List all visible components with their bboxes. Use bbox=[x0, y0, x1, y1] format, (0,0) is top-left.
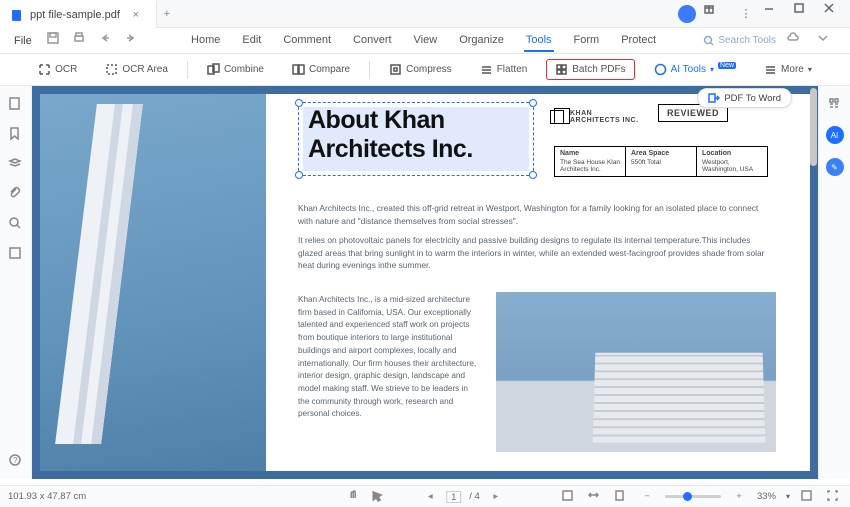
ocr-button[interactable]: OCR bbox=[29, 59, 86, 80]
logo-mark-icon bbox=[550, 110, 564, 124]
company-logo: KHANARCHITECTS INC. bbox=[550, 110, 639, 124]
help-icon[interactable]: ? bbox=[8, 453, 24, 469]
ai-tools-button[interactable]: AI Tools▾New bbox=[645, 59, 745, 80]
cloud-icon[interactable] bbox=[786, 31, 806, 51]
tab-edit[interactable]: Edit bbox=[240, 30, 263, 52]
single-page-icon[interactable] bbox=[613, 489, 629, 505]
tab-organize[interactable]: Organize bbox=[457, 30, 506, 52]
read-mode-icon[interactable] bbox=[800, 489, 816, 505]
prev-page-icon[interactable]: ◂ bbox=[422, 489, 438, 505]
document-tab[interactable]: ppt file-sample.pdf × bbox=[0, 0, 157, 28]
flatten-button[interactable]: Flatten bbox=[471, 59, 537, 80]
tab-form[interactable]: Form bbox=[572, 30, 602, 52]
vertical-scrollbar[interactable] bbox=[808, 86, 818, 479]
more-button[interactable]: More▾ bbox=[755, 59, 821, 80]
building-image bbox=[40, 94, 266, 471]
info-table: NameThe Sea House Klan Architects Inc. A… bbox=[554, 146, 768, 177]
status-bar: 101.93 x 47.87 cm ◂ 1 / 4 ▸ − + 33%▾ bbox=[0, 485, 850, 507]
bookmarks-icon[interactable] bbox=[8, 126, 24, 142]
column-text[interactable]: Khan Architects Inc., is a mid-sized arc… bbox=[298, 294, 480, 421]
save-icon[interactable] bbox=[46, 31, 66, 51]
user-avatar[interactable] bbox=[678, 5, 696, 23]
ai-assistant-icon[interactable]: AI bbox=[826, 126, 844, 144]
undo-icon[interactable] bbox=[98, 31, 118, 51]
file-menu[interactable]: File bbox=[6, 35, 40, 47]
zoom-in-icon[interactable]: + bbox=[731, 489, 747, 505]
ocr-area-button[interactable]: OCR Area bbox=[96, 59, 177, 80]
tab-title: ppt file-sample.pdf bbox=[30, 9, 120, 21]
resize-handle[interactable] bbox=[529, 99, 537, 107]
layers-icon[interactable] bbox=[8, 156, 24, 172]
fit-width-icon[interactable] bbox=[587, 489, 603, 505]
combine-button[interactable]: Combine bbox=[198, 59, 273, 80]
document-canvas[interactable]: PDF To Word About KhanArchitects Inc. KH… bbox=[32, 86, 818, 479]
thumbnails-icon[interactable] bbox=[8, 96, 24, 112]
close-window-button[interactable] bbox=[822, 1, 850, 27]
add-tab-button[interactable]: + bbox=[157, 8, 177, 20]
left-sidebar: ? bbox=[0, 86, 32, 479]
pdf-page: About KhanArchitects Inc. KHANARCHITECTS… bbox=[40, 94, 810, 471]
hand-tool-icon[interactable] bbox=[346, 489, 362, 505]
paragraph[interactable]: Khan Architects Inc., created this off-g… bbox=[298, 202, 774, 227]
resize-handle[interactable] bbox=[295, 171, 303, 179]
select-tool-icon[interactable] bbox=[370, 489, 386, 505]
zoom-out-icon[interactable]: − bbox=[639, 489, 655, 505]
resize-handle[interactable] bbox=[295, 99, 303, 107]
view-icon[interactable] bbox=[8, 246, 24, 262]
tab-comment[interactable]: Comment bbox=[281, 30, 333, 52]
compress-button[interactable]: Compress bbox=[380, 59, 461, 80]
print-icon[interactable] bbox=[72, 31, 92, 51]
tab-view[interactable]: View bbox=[412, 30, 440, 52]
right-sidebar: AI ✎ bbox=[818, 86, 850, 479]
pdf-to-word-button[interactable]: PDF To Word bbox=[697, 88, 792, 108]
gift-icon[interactable] bbox=[702, 1, 730, 27]
cursor-coordinates: 101.93 x 47.87 cm bbox=[8, 491, 86, 502]
minimize-button[interactable] bbox=[762, 1, 790, 27]
paragraph[interactable]: It relies on photovoltaic panels for ele… bbox=[298, 234, 774, 272]
fullscreen-icon[interactable] bbox=[826, 489, 842, 505]
svg-text:?: ? bbox=[13, 456, 18, 465]
menu-bar: File Home Edit Comment Convert View Orga… bbox=[0, 28, 850, 54]
title-bar: ppt file-sample.pdf × + ⋮ bbox=[0, 0, 850, 28]
zoom-level[interactable]: 33% bbox=[757, 491, 776, 502]
fit-page-icon[interactable] bbox=[561, 489, 577, 505]
collapse-ribbon-icon[interactable] bbox=[816, 31, 836, 51]
page-number-input[interactable]: 1 bbox=[446, 491, 461, 503]
page-total: / 4 bbox=[469, 491, 480, 502]
redo-icon[interactable] bbox=[124, 31, 144, 51]
resize-handle[interactable] bbox=[529, 171, 537, 179]
pdf-file-icon bbox=[10, 8, 24, 22]
close-tab-icon[interactable]: × bbox=[126, 9, 146, 21]
kebab-menu-icon[interactable]: ⋮ bbox=[732, 1, 760, 27]
search-tools[interactable]: Search Tools bbox=[703, 35, 776, 46]
properties-icon[interactable] bbox=[827, 96, 843, 112]
tab-tools[interactable]: Tools bbox=[524, 30, 554, 52]
ai-chat-icon[interactable]: ✎ bbox=[826, 158, 844, 176]
maximize-button[interactable] bbox=[792, 1, 820, 27]
tools-toolbar: OCR OCR Area Combine Compare Compress Fl… bbox=[0, 54, 850, 86]
zoom-slider[interactable] bbox=[665, 495, 721, 498]
compare-button[interactable]: Compare bbox=[283, 59, 359, 80]
tab-convert[interactable]: Convert bbox=[351, 30, 394, 52]
tab-home[interactable]: Home bbox=[189, 30, 222, 52]
batch-pdfs-button[interactable]: Batch PDFs bbox=[546, 59, 634, 80]
next-page-icon[interactable]: ▸ bbox=[488, 489, 504, 505]
attachments-icon[interactable] bbox=[8, 186, 24, 202]
building-image-2 bbox=[496, 292, 776, 452]
tab-protect[interactable]: Protect bbox=[619, 30, 658, 52]
doc-title[interactable]: About KhanArchitects Inc. bbox=[308, 106, 473, 164]
search-panel-icon[interactable] bbox=[8, 216, 24, 232]
